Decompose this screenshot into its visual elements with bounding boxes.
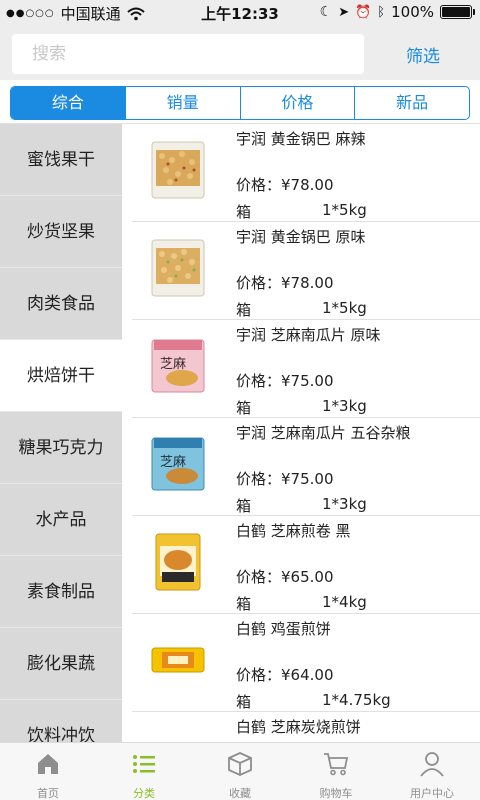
sort-tab-overall[interactable]: 综合 <box>11 87 126 119</box>
product-list: 宇润 黄金锅巴 麻辣 价格：¥78.00 箱 1*5kg 宇润 黄金锅巴 原味 … <box>122 124 480 742</box>
status-bar: ●●○○○ 中国联通 上午12:33 ☾ ➤ ⏰ ᛒ 100% <box>0 0 480 24</box>
product-name: 白鹤 鸡蛋煎饼 <box>236 620 331 638</box>
product-unit: 箱 <box>236 399 252 417</box>
product-item[interactable]: 白鹤 芝麻炭烧煎饼 <box>122 712 480 742</box>
product-spec: 1*4kg <box>322 593 367 611</box>
tab-label: 分类 <box>133 787 155 800</box>
product-item[interactable]: 宇润 黄金锅巴 麻辣 价格：¥78.00 箱 1*5kg <box>122 124 480 222</box>
product-image <box>150 630 206 690</box>
category-item[interactable]: 素食制品 <box>0 556 122 628</box>
tab-category[interactable]: 分类 <box>96 743 192 800</box>
product-name: 宇润 黄金锅巴 原味 <box>236 228 366 246</box>
box-icon <box>228 752 252 776</box>
product-price: 价格：¥75.00 <box>236 372 334 390</box>
alarm-icon: ⏰ <box>355 4 372 20</box>
sort-bar: 综合 销量 价格 新品 <box>0 80 480 124</box>
product-image: 芝麻 <box>150 434 206 494</box>
battery-icon <box>440 5 475 19</box>
tab-label: 用户中心 <box>410 787 454 800</box>
category-item[interactable]: 饮料冲饮 <box>0 700 122 742</box>
tab-label: 购物车 <box>319 787 353 800</box>
product-price: 价格：¥65.00 <box>236 568 334 586</box>
search-input[interactable] <box>12 34 364 74</box>
product-item[interactable]: 白鹤 鸡蛋煎饼 价格：¥64.00 箱 1*4.75kg <box>122 614 480 712</box>
product-item[interactable]: 芝麻 宇润 芝麻南瓜片 原味 价格：¥75.00 箱 1*3kg <box>122 320 480 418</box>
sort-tab-new[interactable]: 新品 <box>355 87 469 119</box>
product-image <box>150 532 206 592</box>
category-item[interactable]: 膨化果蔬 <box>0 628 122 700</box>
product-spec: 1*3kg <box>322 397 367 415</box>
product-unit: 箱 <box>236 693 252 711</box>
product-name: 宇润 芝麻南瓜片 原味 <box>236 326 381 344</box>
product-unit: 箱 <box>236 203 252 221</box>
product-price: 价格：¥78.00 <box>236 274 334 292</box>
bluetooth-icon: ᛒ <box>377 4 386 20</box>
product-name: 白鹤 芝麻炭烧煎饼 <box>236 718 361 736</box>
tab-user-center[interactable]: 用户中心 <box>384 743 480 800</box>
product-spec: 1*4.75kg <box>322 691 391 709</box>
product-name: 宇润 芝麻南瓜片 五谷杂粮 <box>236 424 411 442</box>
sort-tabs: 综合 销量 价格 新品 <box>10 86 470 120</box>
category-item[interactable]: 水产品 <box>0 484 122 556</box>
svg-text:芝麻: 芝麻 <box>160 356 186 372</box>
product-price: 价格：¥64.00 <box>236 666 334 684</box>
product-unit: 箱 <box>236 301 252 319</box>
tab-cart[interactable]: 购物车 <box>288 743 384 800</box>
search-header: 筛选 <box>0 24 480 80</box>
filter-button[interactable]: 筛选 <box>406 42 440 67</box>
user-icon <box>420 752 444 777</box>
sort-tab-price[interactable]: 价格 <box>241 87 356 119</box>
category-sidebar: 蜜饯果干 炒货坚果 肉类食品 烘焙饼干 糖果巧克力 水产品 素食制品 膨化果蔬 … <box>0 124 122 742</box>
sort-tab-sales[interactable]: 销量 <box>126 87 241 119</box>
battery-percent: 100% <box>391 3 434 21</box>
moon-icon: ☾ <box>319 4 333 20</box>
category-item[interactable]: 烘焙饼干 <box>0 340 122 412</box>
tab-label: 首页 <box>37 787 59 800</box>
product-item[interactable]: 宇润 黄金锅巴 原味 价格：¥78.00 箱 1*5kg <box>122 222 480 320</box>
bottom-tab-bar: 首页 分类 收藏 购物车 用户中心 <box>0 742 480 800</box>
product-spec: 1*5kg <box>322 201 367 219</box>
product-price: 价格：¥78.00 <box>236 176 334 194</box>
tab-favorites[interactable]: 收藏 <box>192 743 288 800</box>
product-name: 宇润 黄金锅巴 麻辣 <box>236 130 366 148</box>
tab-home[interactable]: 首页 <box>0 743 96 800</box>
tab-label: 收藏 <box>229 787 251 800</box>
list-icon <box>133 755 155 773</box>
svg-text:芝麻: 芝麻 <box>160 454 186 470</box>
category-item[interactable]: 蜜饯果干 <box>0 124 122 196</box>
product-image <box>150 140 206 200</box>
product-item[interactable]: 白鹤 芝麻煎卷 黑 价格：¥65.00 箱 1*4kg <box>122 516 480 614</box>
product-spec: 1*5kg <box>322 299 367 317</box>
cart-icon <box>324 753 349 776</box>
product-name: 白鹤 芝麻煎卷 黑 <box>236 522 351 540</box>
product-price: 价格：¥75.00 <box>236 470 334 488</box>
home-icon <box>38 754 58 774</box>
location-icon: ➤ <box>338 4 350 20</box>
category-item[interactable]: 糖果巧克力 <box>0 412 122 484</box>
product-image: 芝麻 <box>150 336 206 396</box>
status-right: ☾ ➤ ⏰ ᛒ 100% <box>319 3 475 21</box>
product-item[interactable]: 芝麻 宇润 芝麻南瓜片 五谷杂粮 价格：¥75.00 箱 1*3kg <box>122 418 480 516</box>
search-box[interactable] <box>12 34 364 74</box>
category-item[interactable]: 肉类食品 <box>0 268 122 340</box>
product-image <box>150 238 206 298</box>
product-spec: 1*3kg <box>322 495 367 513</box>
product-unit: 箱 <box>236 497 252 515</box>
category-item[interactable]: 炒货坚果 <box>0 196 122 268</box>
product-unit: 箱 <box>236 595 252 613</box>
